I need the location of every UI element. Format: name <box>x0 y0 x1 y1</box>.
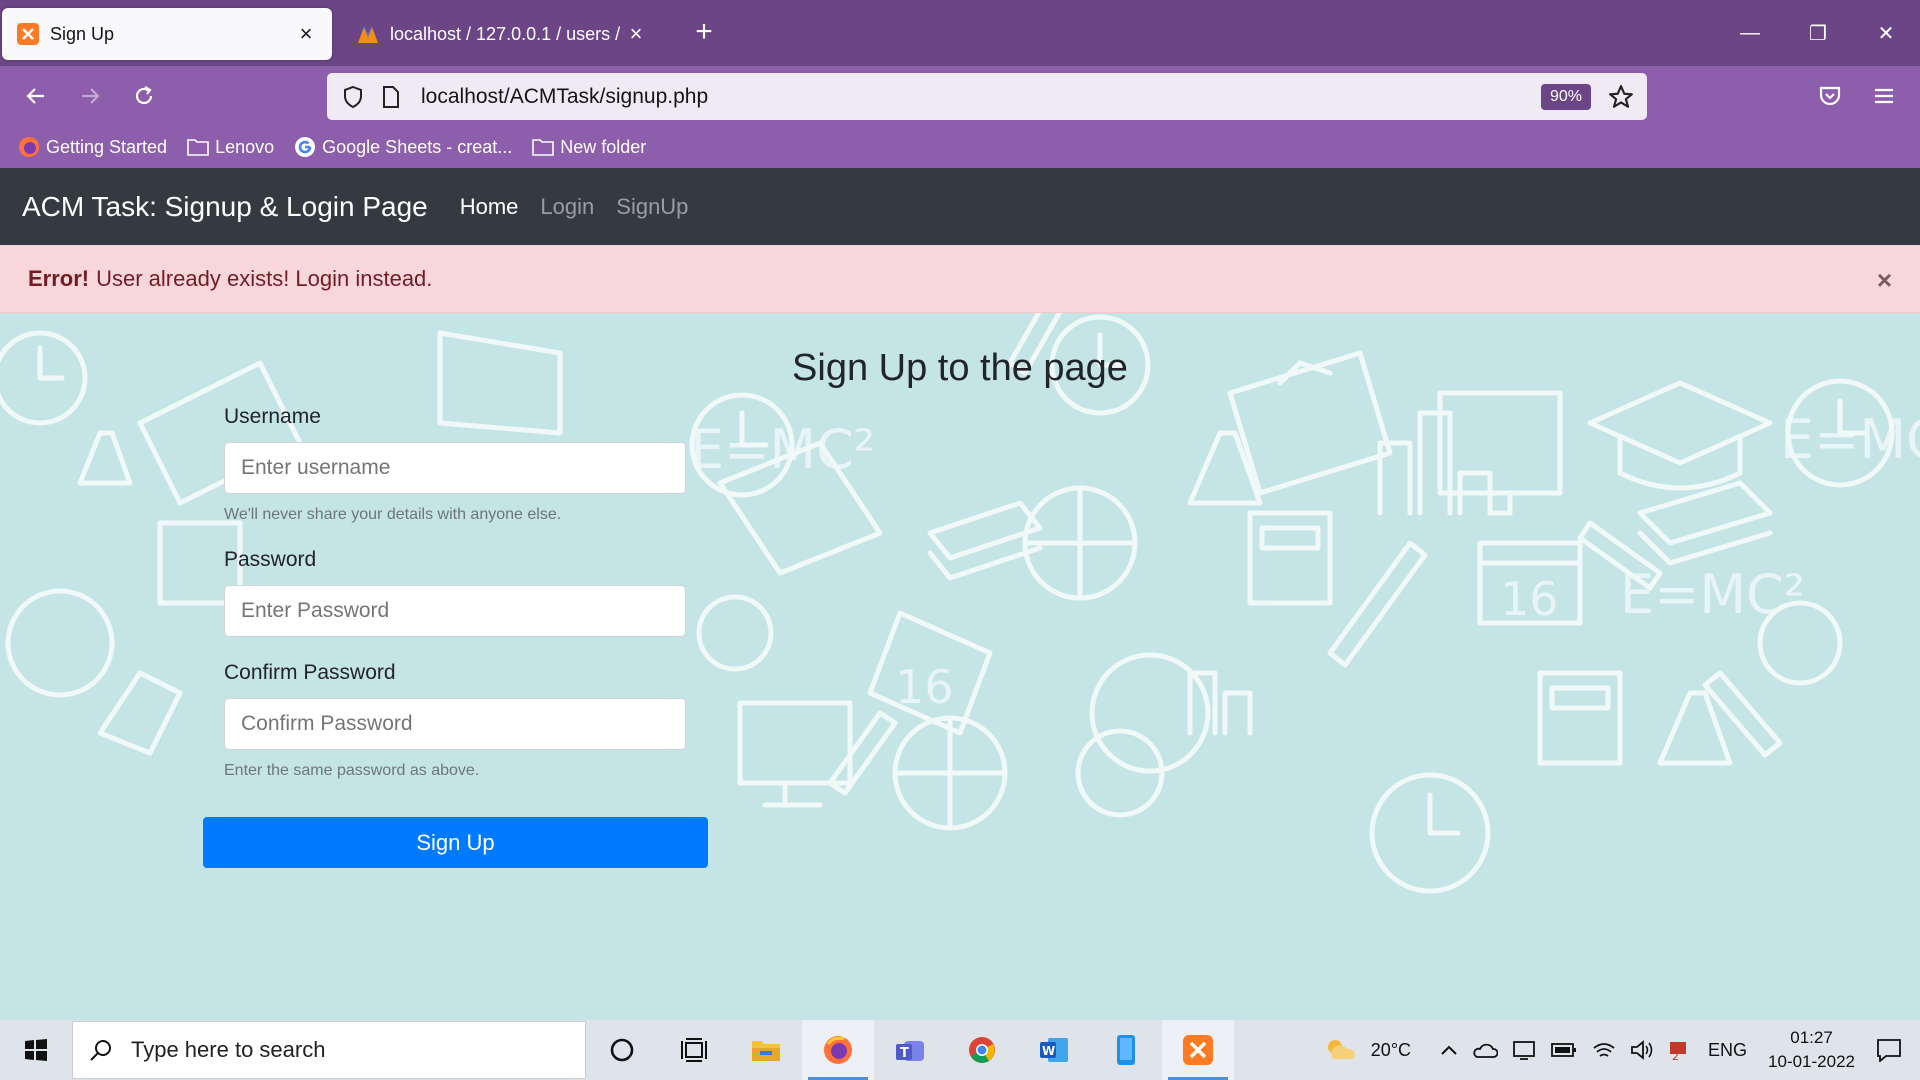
bookmark-lenovo[interactable]: Lenovo <box>187 136 274 158</box>
firefox-taskbar-icon[interactable] <box>802 1020 874 1080</box>
firefox-icon <box>18 136 40 158</box>
back-arrow-icon[interactable] <box>16 76 56 116</box>
confirm-password-label: Confirm Password <box>224 661 396 684</box>
sign-up-button[interactable]: Sign Up <box>203 817 708 868</box>
shield-icon[interactable] <box>339 83 367 111</box>
password-label: Password <box>224 548 317 571</box>
tab-phpmyadmin[interactable]: localhost / 127.0.0.1 / users / us × <box>342 8 662 60</box>
svg-text:E=MC²: E=MC² <box>1620 563 1805 626</box>
meet-now-icon[interactable]: 2 <box>1668 1038 1694 1062</box>
svg-text:E=MC²: E=MC² <box>690 418 875 481</box>
bookmark-new-folder[interactable]: New folder <box>532 136 646 158</box>
alert-message: User already exists! Login instead. <box>96 265 433 291</box>
svg-text:T: T <box>900 1046 909 1061</box>
browser-toolbar: localhost/ACMTask/signup.php 90% <box>0 66 1920 126</box>
weather-icon[interactable] <box>1323 1037 1357 1063</box>
bookmark-label: Getting Started <box>46 136 168 157</box>
google-icon <box>294 136 316 158</box>
bookmarks-toolbar: Getting Started Lenovo Google Sheets - c… <box>0 126 1920 168</box>
window-controls: — ❐ ✕ <box>1716 0 1920 66</box>
pocket-icon[interactable] <box>1810 76 1850 116</box>
tab-title: Sign Up <box>50 23 115 44</box>
svg-text:W: W <box>1042 1044 1055 1058</box>
forward-arrow-icon[interactable] <box>70 76 110 116</box>
username-label: Username <box>224 405 321 428</box>
close-alert-icon[interactable]: × <box>1877 265 1892 296</box>
phpmyadmin-icon <box>356 22 380 46</box>
nav-link-signup[interactable]: SignUp <box>616 194 688 220</box>
restore-icon[interactable]: ❐ <box>1784 0 1852 66</box>
bookmark-getting-started[interactable]: Getting Started <box>18 136 167 158</box>
new-tab-button[interactable]: + <box>686 14 722 50</box>
nav-link-home[interactable]: Home <box>460 194 519 220</box>
cortana-icon[interactable] <box>586 1020 658 1080</box>
phone-link-icon[interactable] <box>1090 1020 1162 1080</box>
password-input[interactable] <box>224 585 686 637</box>
browser-tab-strip: Sign Up × localhost / 127.0.0.1 / users … <box>0 0 1920 66</box>
page-heading: Sign Up to the page <box>792 347 1128 389</box>
folder-icon <box>187 136 209 158</box>
system-tray: 20°C 2 ENG 01:27 10-01-2022 <box>1316 1020 1920 1080</box>
windows-security-icon[interactable] <box>1512 1039 1536 1061</box>
bookmark-google-sheets[interactable]: Google Sheets - creat... <box>294 136 512 158</box>
volume-icon[interactable] <box>1630 1040 1654 1060</box>
error-alert: Error! User already exists! Login instea… <box>0 245 1920 313</box>
site-brand[interactable]: ACM Task: Signup & Login Page <box>22 191 428 223</box>
bookmark-label: Lenovo <box>215 136 275 157</box>
username-help-text: We'll never share your details with anyo… <box>224 506 562 523</box>
address-bar[interactable]: localhost/ACMTask/signup.php 90% <box>327 73 1647 120</box>
confirm-password-input[interactable] <box>224 698 686 750</box>
page-info-icon[interactable] <box>377 83 405 111</box>
clock-time: 01:27 <box>1790 1028 1833 1047</box>
close-tab-icon[interactable]: × <box>624 21 648 46</box>
onedrive-icon[interactable] <box>1472 1041 1499 1059</box>
svg-text:16: 16 <box>895 660 954 714</box>
menu-icon[interactable] <box>1864 76 1904 116</box>
tab-sign-up[interactable]: Sign Up × <box>2 8 332 60</box>
teams-icon[interactable]: T <box>874 1020 946 1080</box>
file-explorer-icon[interactable] <box>730 1020 802 1080</box>
chevron-up-icon[interactable] <box>1440 1044 1458 1056</box>
signup-form: Username We'll never share your details … <box>224 405 686 780</box>
minimize-icon[interactable]: — <box>1716 0 1784 66</box>
confirm-password-help-text: Enter the same password as above. <box>224 762 480 779</box>
star-bookmark-icon[interactable] <box>1607 83 1635 111</box>
notification-count: 2 <box>1672 1050 1679 1062</box>
windows-start-icon[interactable] <box>0 1020 72 1080</box>
tab-title: localhost / 127.0.0.1 / users / us <box>390 23 624 44</box>
bookmark-label: Google Sheets - creat... <box>322 136 513 157</box>
svg-text:E=MC²: E=MC² <box>1780 408 1920 471</box>
xampp-icon <box>16 22 40 46</box>
chrome-icon[interactable] <box>946 1020 1018 1080</box>
alert-strong: Error! <box>28 265 90 291</box>
close-tab-icon[interactable]: × <box>294 21 318 46</box>
search-placeholder: Type here to search <box>131 1037 326 1062</box>
weather-temperature[interactable]: 20°C <box>1371 1040 1411 1061</box>
notification-center-icon[interactable] <box>1876 1038 1902 1062</box>
url-text: localhost/ACMTask/signup.php <box>421 84 709 108</box>
wifi-icon[interactable] <box>1592 1040 1616 1060</box>
taskbar-search-box[interactable]: Type here to search <box>72 1021 586 1079</box>
username-input[interactable] <box>224 442 686 494</box>
svg-text:16: 16 <box>1500 572 1559 626</box>
reload-icon[interactable] <box>124 76 164 116</box>
windows-taskbar: Type here to search T W 20°C 2 ENG 01:27… <box>0 1020 1920 1080</box>
xampp-taskbar-icon[interactable] <box>1162 1020 1234 1080</box>
system-clock[interactable]: 01:27 10-01-2022 <box>1768 1026 1855 1074</box>
search-icon <box>89 1038 113 1062</box>
site-navbar: ACM Task: Signup & Login Page Home Login… <box>0 168 1920 245</box>
battery-icon[interactable] <box>1550 1041 1578 1059</box>
task-view-icon[interactable] <box>658 1020 730 1080</box>
nav-link-login[interactable]: Login <box>540 194 594 220</box>
bookmark-label: New folder <box>560 136 647 157</box>
language-indicator[interactable]: ENG <box>1708 1040 1747 1061</box>
folder-icon <box>532 136 555 158</box>
zoom-level-badge[interactable]: 90% <box>1540 83 1591 110</box>
word-icon[interactable]: W <box>1018 1020 1090 1080</box>
close-window-icon[interactable]: ✕ <box>1852 0 1920 66</box>
clock-date: 10-01-2022 <box>1768 1052 1855 1071</box>
